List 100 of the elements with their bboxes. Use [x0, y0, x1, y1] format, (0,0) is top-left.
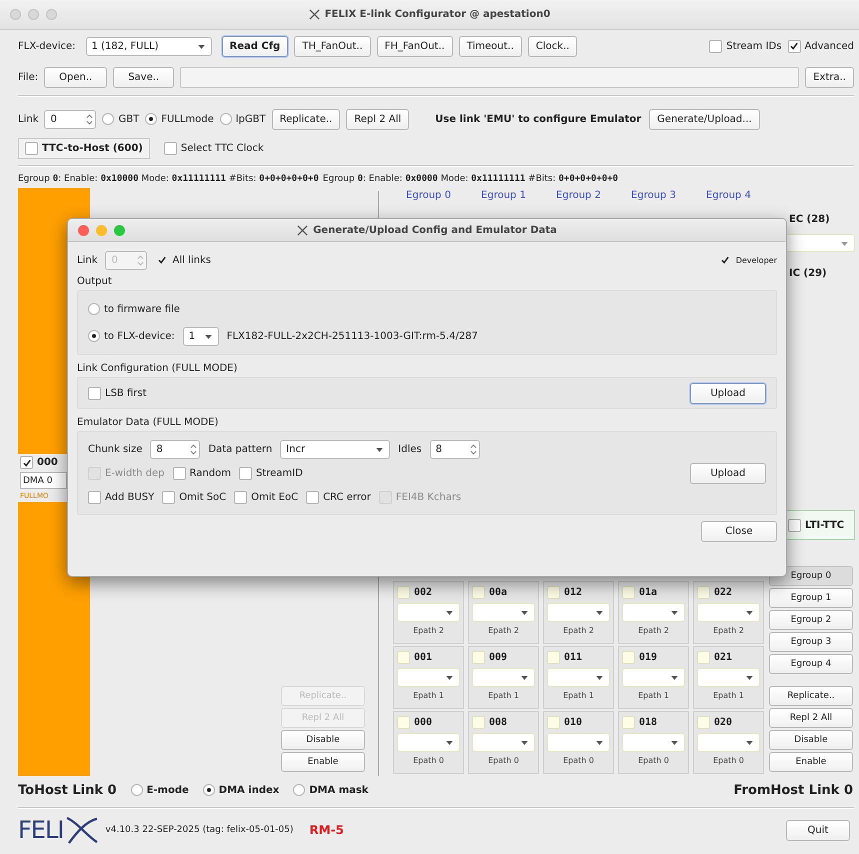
minimize-button[interactable] [28, 9, 39, 20]
file-button[interactable]: Save.. [113, 66, 174, 88]
replicate-all-button[interactable]: Repl 2 All [769, 708, 853, 728]
toolbar-button[interactable]: TH_FanOut.. [294, 36, 371, 56]
checkbox[interactable] [234, 490, 248, 504]
checkbox[interactable] [20, 456, 33, 469]
epath-dropdown[interactable] [397, 603, 460, 622]
toolbar-button[interactable]: Read Cfg [222, 36, 288, 56]
checkbox[interactable] [306, 490, 320, 504]
replicate-button[interactable]: Replicate.. [272, 108, 340, 130]
zoom-button[interactable] [114, 224, 125, 236]
epath-dropdown[interactable] [472, 603, 535, 622]
section-title: Link Configuration (FULL MODE) [77, 362, 238, 376]
checkbox[interactable] [162, 490, 176, 504]
checkbox[interactable] [697, 651, 710, 664]
radio-button[interactable] [88, 303, 100, 315]
version-text: v4.10.3 22-SEP-2025 (tag: felix-05-01-05) [105, 825, 294, 835]
upload-button[interactable]: Upload [690, 462, 766, 484]
epath-dropdown[interactable] [622, 668, 685, 687]
toolbar-button[interactable]: Clock.. [528, 36, 578, 56]
epath-dropdown[interactable] [547, 733, 610, 752]
checkbox[interactable] [88, 386, 101, 400]
checkbox[interactable] [622, 586, 635, 599]
epath-label: Epath 2 [637, 626, 670, 635]
epath-label: Epath 0 [637, 756, 670, 765]
zoom-button[interactable] [46, 9, 57, 20]
toolbar-button[interactable]: FH_FanOut.. [376, 36, 453, 56]
epath-dropdown[interactable] [472, 733, 535, 752]
checkbox[interactable] [164, 142, 177, 154]
checkbox[interactable] [238, 466, 252, 480]
upload-button[interactable]: Upload [690, 382, 766, 404]
disable-button[interactable]: Disable [769, 730, 853, 750]
checkbox[interactable] [788, 518, 801, 532]
egroup-tab[interactable]: Egroup 3 [769, 632, 853, 652]
checkbox[interactable] [472, 586, 485, 599]
radio-button[interactable] [102, 113, 114, 125]
checkbox[interactable] [697, 716, 710, 729]
epath-dropdown[interactable] [697, 668, 760, 687]
file-button[interactable]: Open.. [44, 66, 108, 88]
radio-button[interactable] [220, 113, 232, 125]
checkbox[interactable] [547, 651, 560, 664]
epath-dropdown[interactable] [547, 668, 610, 687]
checkbox[interactable] [25, 142, 38, 154]
quit-button[interactable]: Quit [786, 820, 850, 840]
enable-button[interactable]: Enable [281, 752, 365, 772]
dma-dropdown[interactable]: DMA 0 [20, 472, 67, 489]
radio-button[interactable] [202, 784, 215, 796]
radio-button[interactable] [145, 113, 158, 125]
epath-dropdown[interactable] [622, 603, 685, 622]
checkbox[interactable] [622, 716, 635, 729]
epath-id: 010 [564, 717, 582, 728]
egroup-tab[interactable]: Egroup 4 [769, 654, 853, 674]
chunk-size-spinner[interactable]: 8 [150, 440, 200, 458]
checkbox[interactable] [172, 466, 186, 480]
replicate-all-button[interactable]: Repl 2 All [346, 108, 410, 130]
extra-button[interactable]: Extra.. [805, 66, 854, 88]
radio-button[interactable] [293, 784, 306, 796]
device-dropdown[interactable]: 1 (182, FULL) [86, 36, 212, 56]
radio-button[interactable] [130, 784, 143, 796]
epath-dropdown[interactable] [472, 668, 535, 687]
checkbox[interactable] [622, 651, 635, 664]
close-button[interactable] [10, 9, 21, 20]
checkbox[interactable] [788, 40, 801, 52]
close-dialog-button[interactable]: Close [701, 520, 777, 542]
radio-button[interactable] [88, 330, 100, 342]
caret-icon [596, 741, 603, 745]
minimize-button[interactable] [96, 224, 107, 236]
epath-label: Epath 1 [712, 691, 745, 700]
checkbox[interactable] [88, 490, 101, 504]
checkbox[interactable] [547, 586, 560, 599]
epath-dropdown[interactable] [397, 733, 460, 752]
idles-spinner[interactable]: 8 [430, 440, 480, 458]
epath-dropdown[interactable] [547, 603, 610, 622]
epath-dropdown[interactable] [697, 603, 760, 622]
link-spinner[interactable]: 0 [44, 110, 96, 128]
egroup-header: Egroup 4 [705, 190, 752, 201]
checkbox[interactable] [547, 716, 560, 729]
file-path-field[interactable] [180, 66, 800, 88]
epath-dropdown[interactable] [397, 668, 460, 687]
epath-label: Epath 2 [412, 626, 445, 635]
checkbox[interactable] [709, 40, 722, 52]
device-dropdown[interactable]: 1 [182, 326, 219, 346]
checkbox[interactable] [397, 651, 410, 664]
radio-label: to FLX-device: [104, 330, 175, 342]
checkbox[interactable] [397, 586, 410, 599]
data-pattern-dropdown[interactable]: Incr [280, 440, 390, 458]
enable-button[interactable]: Enable [769, 752, 853, 772]
egroup-tab[interactable]: Egroup 1 [769, 588, 853, 608]
close-button[interactable] [78, 224, 89, 236]
epath-dropdown[interactable] [697, 733, 760, 752]
toolbar-button[interactable]: Timeout.. [458, 36, 522, 56]
checkbox[interactable] [472, 651, 485, 664]
checkbox[interactable] [697, 586, 710, 599]
epath-dropdown[interactable] [622, 733, 685, 752]
disable-button[interactable]: Disable [281, 730, 365, 750]
replicate-button[interactable]: Replicate.. [769, 686, 853, 706]
checkbox[interactable] [397, 716, 410, 729]
egroup-tab[interactable]: Egroup 2 [769, 610, 853, 630]
generate-upload-button[interactable]: Generate/Upload... [649, 108, 760, 130]
checkbox[interactable] [472, 716, 485, 729]
